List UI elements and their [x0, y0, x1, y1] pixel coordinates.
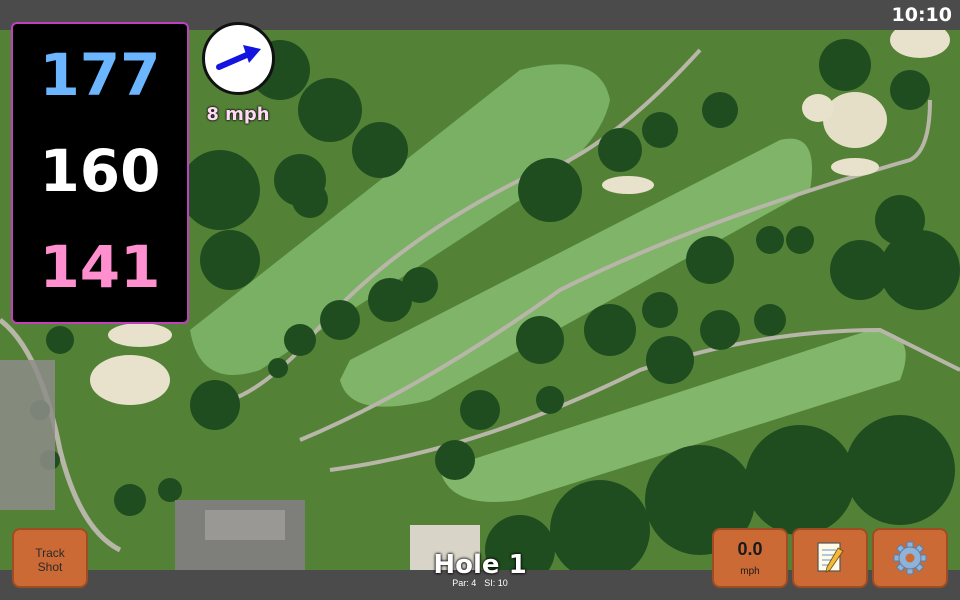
- gear-icon: [893, 541, 927, 575]
- middle-distance: 160: [39, 137, 161, 205]
- hole-info: Par: 4 SI: 10: [380, 578, 580, 588]
- wind-indicator[interactable]: [202, 22, 275, 95]
- hole-title: Hole 1: [433, 550, 527, 580]
- speed-button[interactable]: 0.0 mph: [712, 528, 788, 588]
- speed-unit: mph: [740, 566, 760, 577]
- track-shot-label-line2: Shot: [37, 560, 63, 574]
- front-distance: 141: [39, 233, 161, 301]
- track-shot-label-line1: Track: [35, 546, 65, 560]
- clock: 10:10: [891, 4, 952, 26]
- notes-button[interactable]: [792, 528, 868, 588]
- track-shot-button[interactable]: Track Shot: [12, 528, 88, 588]
- hole-stroke-index: SI: 10: [484, 578, 508, 588]
- distance-panel: 177 160 141: [11, 22, 189, 324]
- hole-par: Par: 4: [452, 578, 477, 588]
- settings-button[interactable]: [872, 528, 948, 588]
- notepad-icon: [817, 542, 844, 573]
- wind-speed-label: 8 mph: [206, 104, 270, 125]
- speed-value: 0.0: [737, 539, 763, 559]
- wind-direction-arrow-icon: [216, 45, 261, 70]
- back-distance: 177: [39, 41, 161, 109]
